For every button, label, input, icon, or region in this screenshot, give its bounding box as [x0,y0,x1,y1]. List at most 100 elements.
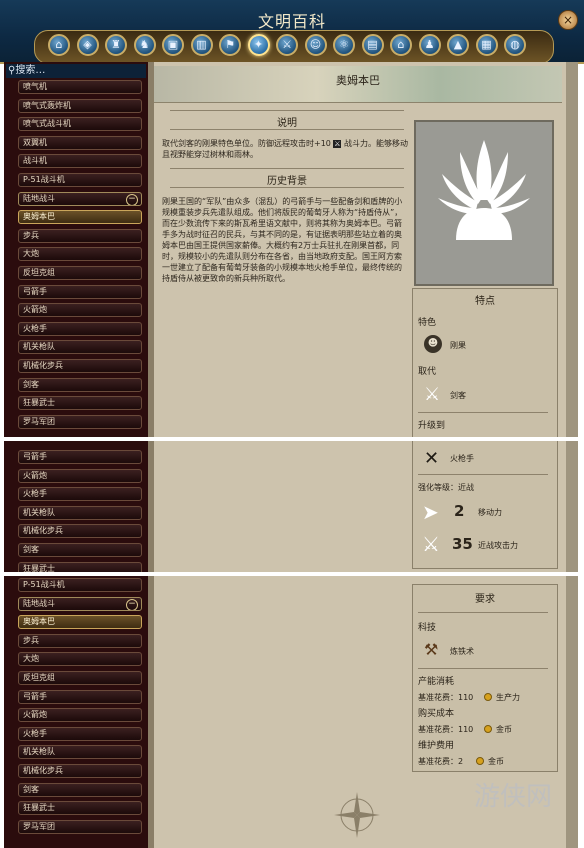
sidebar-item[interactable]: 喷气式战斗机 [18,117,142,132]
sidebar-item[interactable]: 机械化步兵 [18,524,142,539]
sidebar-item[interactable]: 奥姆本巴 [18,615,142,630]
combat-strength-icon: ⚔ [333,140,342,148]
sidebar-item[interactable]: 弓箭手 [18,284,142,299]
sidebar-item[interactable]: 奥姆本巴 [18,210,142,225]
people-icon[interactable]: ♟ [418,34,441,56]
crate-icon[interactable]: ▣ [162,34,184,56]
mountain-icon[interactable]: ▲ [447,34,469,56]
sidebar-item-label: 喷气式战斗机 [23,119,71,129]
swords-icon[interactable]: ⚔ [276,34,298,56]
unit-portrait [414,120,554,286]
building-icon[interactable]: ⌂ [390,34,412,56]
production-label: 产能消耗 [418,677,455,687]
sidebar-item[interactable]: 火枪手 [18,321,142,336]
helmet-icon[interactable]: ♞ [133,34,156,56]
unit-icon[interactable]: ✦ [247,34,270,56]
atom-icon[interactable]: ⚛ [333,34,355,56]
purchase-cost: 基准花费：110 [418,725,474,734]
sidebar-item[interactable]: 大炮 [18,247,142,262]
purchase-unit: 金币 [496,725,512,734]
sidebar-item-label: 机械化步兵 [23,526,63,536]
divider [170,187,404,188]
sidebar-item[interactable]: P-51战斗机 [18,578,142,592]
sidebar-item[interactable]: 剑客 [18,782,142,797]
sword-icon: ⚔ [424,384,441,405]
sidebar-item-label: 机关枪队 [23,342,55,352]
sidebar-item-label: 火枪手 [23,489,47,499]
window-title: 文明百科 [257,12,326,31]
sidebar-item[interactable]: 步兵 [18,633,142,648]
sidebar-item[interactable]: 弓箭手 [18,689,142,704]
sidebar-item[interactable]: 机关枪队 [18,745,142,760]
sidebar-item[interactable]: 狂暴武士 [18,801,142,816]
sidebar-item[interactable]: 火箭炮 [18,708,142,723]
sidebar-item-label: 喷气机 [23,82,47,91]
tech-name[interactable]: 炼铁术 [450,646,474,657]
sidebar-item[interactable]: 机关枪队 [18,340,142,355]
divider [170,168,404,169]
scrollbar-track[interactable] [566,62,578,848]
sidebar-item[interactable]: 喷气机 [18,80,142,94]
purchase-label: 购买成本 [418,709,455,719]
collapse-icon[interactable]: − [126,598,138,610]
sidebar-item[interactable]: 剑客 [18,543,142,557]
sidebar-item-label: 剑客 [23,784,39,794]
sidebar-item-label: 步兵 [23,230,39,240]
upgrade-unit[interactable]: 火枪手 [450,453,474,464]
sidebar-item[interactable]: 狂暴武士 [18,396,142,411]
sidebar-item[interactable]: 战斗机 [18,154,142,169]
guard-icon[interactable]: ⚑ [219,34,241,56]
sidebar-item[interactable]: 罗马军团 [18,819,142,834]
movement-label: 移动力 [478,508,502,517]
sidebar-item-label: 剑客 [23,379,39,389]
congo-civ-icon: ☻ [424,335,442,353]
sidebar-item[interactable]: P-51战斗机 [18,173,142,187]
sidebar-item[interactable]: 反坦克组 [18,671,142,685]
leader-icon[interactable]: ☺ [304,34,327,56]
sidebar-item[interactable]: 陆地战斗 − [18,191,142,206]
divider [170,129,404,130]
collapse-icon[interactable]: − [126,193,138,205]
melee-label: 近战攻击力 [478,541,518,550]
production-unit: 生产力 [496,693,520,702]
sidebar-item[interactable]: 喷气式轰炸机 [18,98,142,113]
sidebar-item[interactable]: 机械化步兵 [18,359,142,373]
sidebar-item[interactable]: 反坦克组 [18,266,142,280]
map-icon[interactable]: ◈ [76,34,99,56]
tech-label: 科技 [418,623,437,633]
sidebar-item[interactable]: 罗马军团 [18,414,142,429]
divider [170,110,404,111]
globe-icon[interactable]: ◍ [504,34,526,56]
civ-name[interactable]: 刚果 [450,340,466,351]
sidebar-item-label: 弓箭手 [23,691,47,701]
search-label: 搜索… [15,65,46,76]
page-title: 奥姆本巴 [336,74,380,87]
musket-icon: ✕ [424,448,440,469]
sidebar-item[interactable]: 火枪手 [18,726,142,741]
city-icon[interactable]: ▥ [190,34,213,56]
sidebar-item[interactable]: 剑客 [18,377,142,392]
requirements-title: 要求 [475,594,495,605]
close-icon[interactable]: × [558,10,578,30]
sidebar-item[interactable]: 陆地战斗 − [18,596,142,611]
sidebar-item[interactable]: 火枪手 [18,487,142,502]
upgrade-label: 升级到 [418,421,446,431]
sidebar-item[interactable]: 火箭炮 [18,303,142,318]
sidebar-item[interactable]: 双翼机 [18,135,142,150]
scroll-icon[interactable]: ▦ [475,34,498,56]
compass-icon [334,792,380,838]
sidebar-item[interactable]: 弓箭手 [18,450,142,464]
sidebar-item[interactable]: 机关枪队 [18,505,142,520]
replaces-label: 取代 [418,367,437,377]
sidebar-item[interactable]: 大炮 [18,652,142,667]
home-icon[interactable]: ⌂ [48,34,70,56]
sidebar-item-label: 奥姆本巴 [23,617,55,627]
sidebar-item[interactable]: 步兵 [18,228,142,243]
replaces-unit[interactable]: 剑客 [450,390,466,401]
book-icon[interactable]: ▤ [361,34,384,56]
sidebar-item[interactable]: 火箭炮 [18,468,142,483]
search-box[interactable]: ⚲搜索… [6,64,146,78]
sidebar-item[interactable]: 机械化步兵 [18,764,142,778]
cup-icon[interactable]: ♜ [105,34,127,56]
sidebar-item-label: 罗马军团 [23,821,55,831]
